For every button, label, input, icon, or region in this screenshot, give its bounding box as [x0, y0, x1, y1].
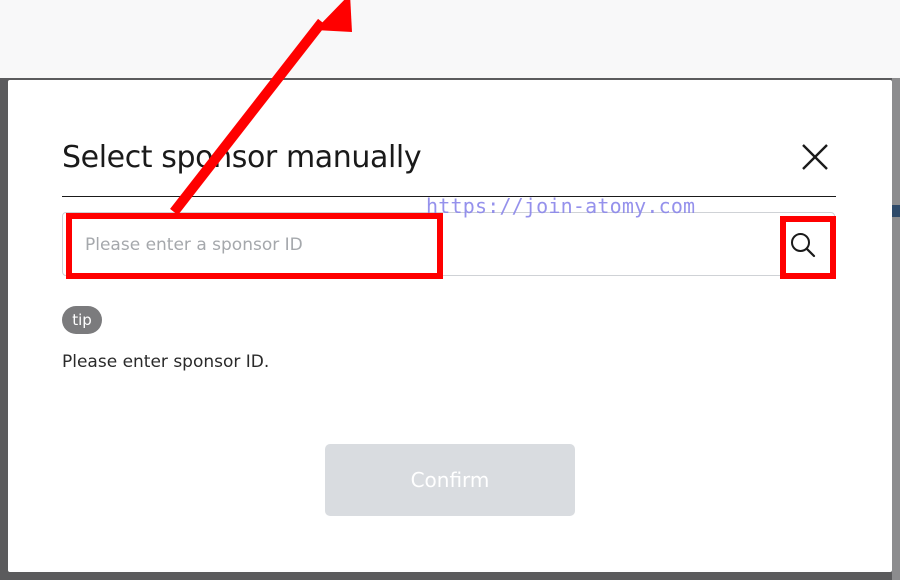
input-highlight-box — [66, 213, 443, 279]
sponsor-modal: Select sponsor manually tip Please enter… — [8, 80, 892, 572]
search-highlight-box — [780, 216, 836, 279]
close-icon — [802, 144, 828, 170]
backdrop-edge — [892, 78, 900, 580]
watermark-text: https://join-atomy.com — [426, 194, 696, 218]
tip-badge: tip — [62, 306, 102, 334]
help-text: Please enter sponsor ID. — [62, 352, 270, 372]
page-top-area — [0, 0, 900, 78]
backdrop-accent — [892, 205, 900, 217]
close-button[interactable] — [796, 138, 834, 176]
modal-title: Select sponsor manually — [62, 140, 422, 175]
confirm-button[interactable]: Confirm — [325, 444, 575, 516]
